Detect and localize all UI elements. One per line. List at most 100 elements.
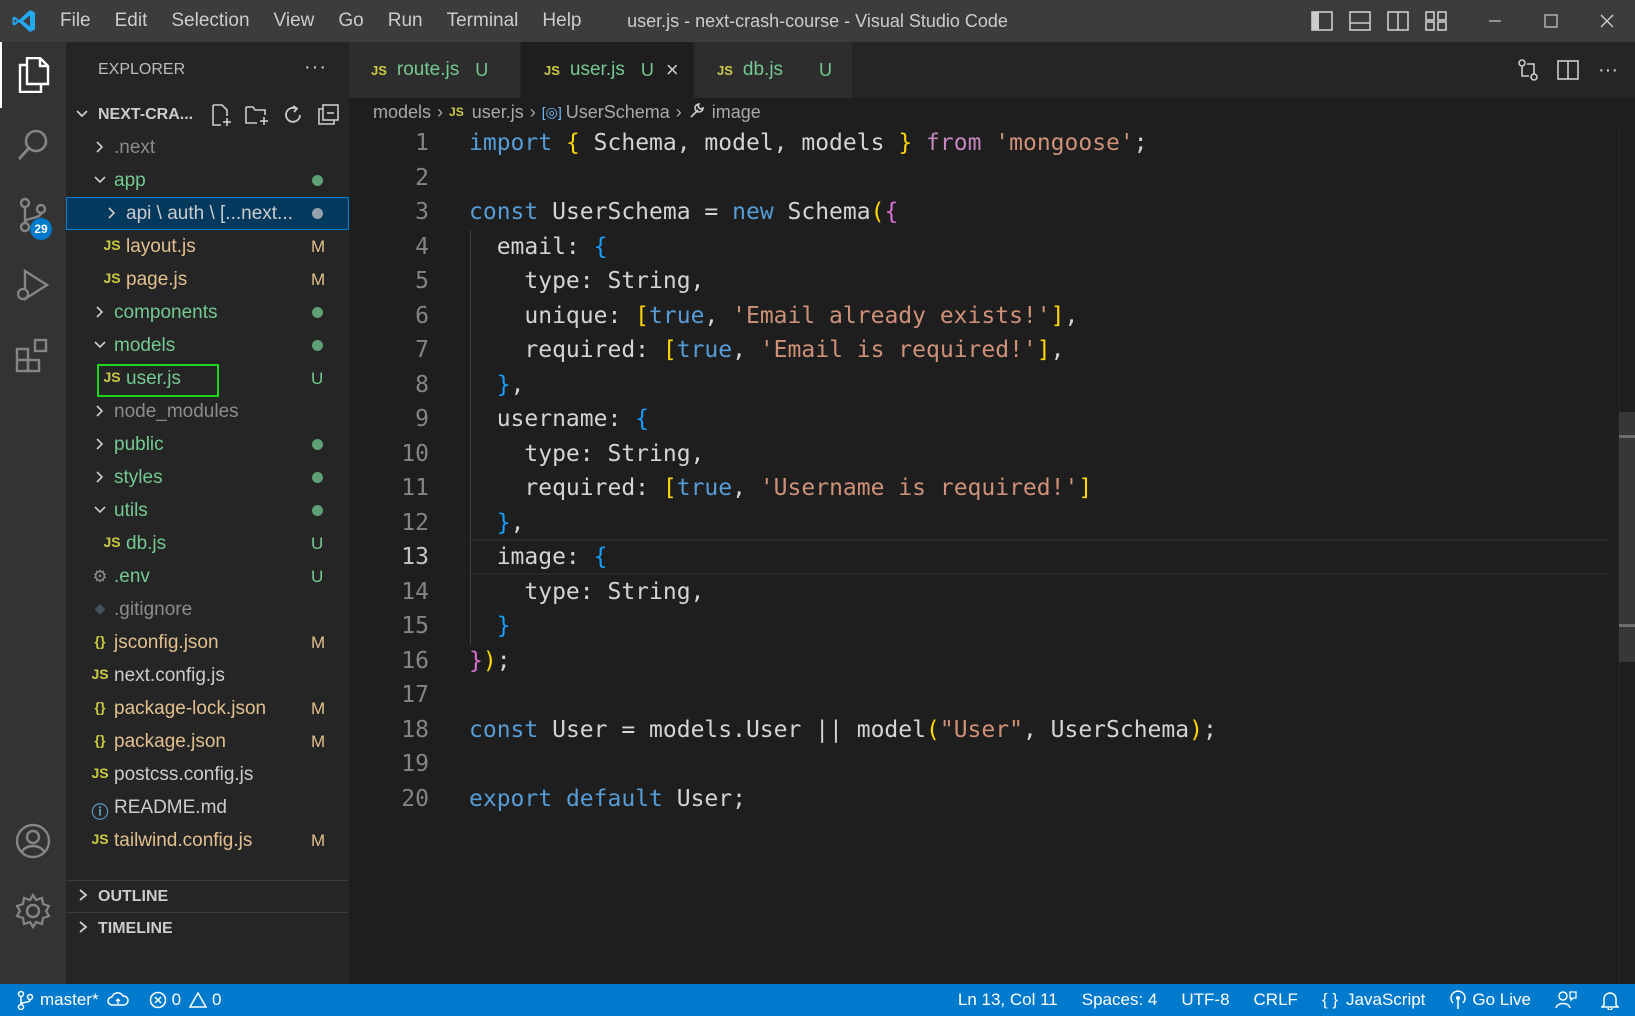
menu-go[interactable]: Go	[326, 0, 375, 42]
chevron-right-icon: ›	[437, 101, 444, 122]
go-live-button[interactable]: Go Live	[1437, 984, 1543, 1016]
menu-run[interactable]: Run	[376, 0, 435, 42]
tree-file[interactable]: {} jsconfig.json M	[66, 626, 349, 659]
source-control-icon[interactable]: 29	[0, 182, 66, 248]
close-window-icon[interactable]	[1579, 0, 1635, 42]
tree-file[interactable]: ◆ .gitignore	[66, 593, 349, 626]
chevron-right-icon	[104, 205, 120, 227]
chevron-right-icon	[92, 403, 108, 425]
run-debug-icon[interactable]	[0, 252, 66, 318]
outline-section[interactable]: OUTLINE	[66, 880, 349, 913]
open-changes-icon[interactable]	[1515, 57, 1541, 83]
notifications-bell-icon[interactable]	[1589, 984, 1635, 1016]
split-editor-icon[interactable]	[1555, 57, 1581, 83]
tree-file[interactable]: ⚙ .env U	[66, 560, 349, 593]
line-number: 1	[415, 130, 429, 156]
customize-layout-icon[interactable]	[1417, 0, 1455, 42]
tree-folder[interactable]: styles	[66, 461, 349, 494]
collapse-folders-icon[interactable]	[316, 102, 342, 128]
tree-file[interactable]: {} package.json M	[66, 725, 349, 758]
menu-terminal[interactable]: Terminal	[435, 0, 531, 42]
menu-help[interactable]: Help	[530, 0, 593, 42]
js-file-icon: JS	[371, 62, 387, 78]
toggle-primary-sidebar-icon[interactable]	[1303, 0, 1341, 42]
search-icon[interactable]	[0, 112, 66, 178]
tree-file[interactable]: {} package-lock.json M	[66, 692, 349, 725]
editor-scrollbar[interactable]	[1619, 126, 1635, 984]
tree-folder[interactable]: public	[66, 428, 349, 461]
tree-folder[interactable]: models	[66, 329, 349, 362]
line-endings[interactable]: CRLF	[1242, 984, 1310, 1016]
git-status-badge: M	[311, 732, 326, 751]
problems-indicator[interactable]: 0 0	[139, 984, 232, 1016]
git-branch-icon	[17, 990, 34, 1010]
code-token: unique:	[469, 302, 636, 329]
breadcrumb-property[interactable]: image	[712, 102, 761, 123]
tree-folder[interactable]: app	[66, 164, 349, 197]
tree-file[interactable]: JS next.config.js	[66, 659, 349, 692]
code-text: type: String,	[469, 263, 704, 299]
tree-file[interactable]: JS page.js M	[66, 263, 349, 296]
code-token: [	[635, 302, 650, 329]
json-file-icon: {}	[94, 699, 106, 715]
tree-file[interactable]: JS db.js U	[66, 527, 349, 560]
feedback-icon[interactable]	[1543, 984, 1589, 1016]
tab-user-js[interactable]: JS user.js U ×	[522, 42, 694, 98]
account-icon[interactable]	[0, 808, 66, 874]
tree-file[interactable]: JS postcss.config.js	[66, 758, 349, 791]
tree-item-label: package.json	[114, 731, 226, 752]
branch-indicator[interactable]: master*	[0, 984, 139, 1016]
tree-folder[interactable]: components	[66, 296, 349, 329]
new-folder-icon[interactable]	[244, 102, 270, 128]
encoding[interactable]: UTF-8	[1169, 984, 1241, 1016]
breadcrumb-symbol[interactable]: UserSchema	[566, 102, 670, 123]
more-actions-icon[interactable]: ···	[304, 56, 327, 79]
language-mode[interactable]: { } JavaScript	[1310, 984, 1437, 1016]
indentation[interactable]: Spaces: 4	[1070, 984, 1170, 1016]
more-editor-actions-icon[interactable]: ···	[1595, 57, 1621, 83]
extensions-icon[interactable]	[0, 322, 66, 388]
maximize-window-icon[interactable]	[1523, 0, 1579, 42]
new-file-icon[interactable]	[208, 102, 234, 128]
cursor-position[interactable]: Ln 13, Col 11	[946, 984, 1070, 1016]
menu-file[interactable]: File	[48, 0, 103, 42]
tree-item-label: page.js	[126, 269, 188, 290]
tab-db-js[interactable]: JS db.js U	[695, 42, 853, 98]
menu-edit[interactable]: Edit	[103, 0, 160, 42]
tree-file[interactable]: JS tailwind.config.js M	[66, 824, 349, 857]
tree-folder[interactable]: node_modules	[66, 395, 349, 428]
breadcrumb-folder[interactable]: models	[373, 102, 431, 123]
chevron-right-icon	[76, 920, 90, 939]
tree-folder[interactable]: .next	[66, 131, 349, 164]
toggle-secondary-sidebar-icon[interactable]	[1379, 0, 1417, 42]
breadcrumb-file[interactable]: user.js	[472, 102, 524, 123]
tree-file[interactable]: JS layout.js M	[66, 230, 349, 263]
line-number: 10	[401, 440, 429, 467]
broadcast-icon	[1450, 990, 1467, 1009]
tree-folder[interactable]: utils	[66, 494, 349, 527]
tree-file[interactable]: ⓘ README.md	[66, 791, 349, 824]
code-token: ]	[1036, 337, 1051, 363]
menu-selection[interactable]: Selection	[159, 0, 261, 42]
code-line: 12 },	[349, 505, 1609, 541]
minimize-window-icon[interactable]	[1467, 0, 1523, 42]
tree-file[interactable]: JS user.js U	[66, 362, 349, 397]
tab-route-js[interactable]: JS route.js U	[349, 42, 521, 98]
explorer-icon[interactable]	[0, 42, 66, 108]
code-editor[interactable]: 1 import { Schema, model, models } from '…	[349, 126, 1635, 984]
menu-view[interactable]: View	[262, 0, 327, 42]
line-number: 6	[415, 302, 429, 329]
menu-bar: File Edit Selection View Go Run Terminal Help	[48, 0, 594, 42]
timeline-section[interactable]: TIMELINE	[66, 912, 349, 945]
toggle-panel-icon[interactable]	[1341, 0, 1379, 42]
project-root[interactable]: NEXT-CRA...	[66, 98, 349, 131]
tree-item-label: node_modules	[114, 401, 239, 422]
js-file-icon: JS	[103, 237, 121, 253]
tree-folder[interactable]: api \ auth \ [...next...	[66, 197, 349, 230]
tab-label: user.js	[569, 59, 625, 80]
refresh-explorer-icon[interactable]	[280, 102, 306, 128]
close-tab-icon[interactable]: ×	[666, 57, 679, 83]
chevron-right-icon	[92, 469, 108, 491]
settings-gear-icon[interactable]	[0, 878, 66, 944]
